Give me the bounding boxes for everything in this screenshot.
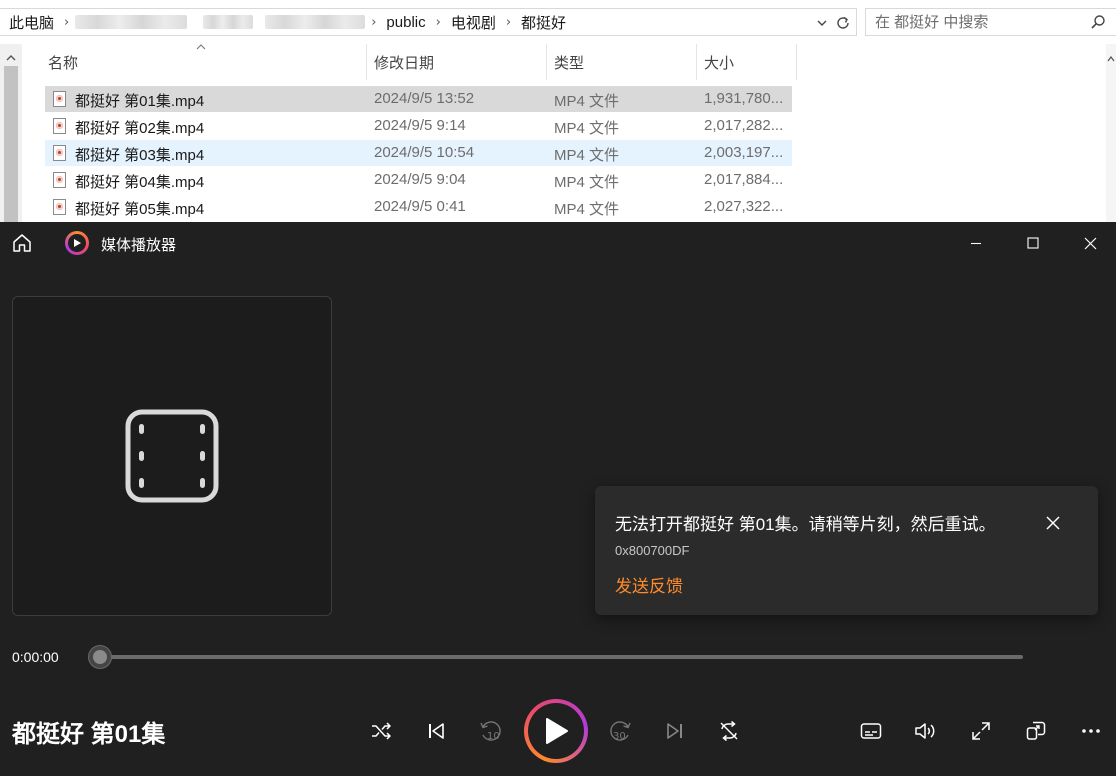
file-date: 2024/9/5 9:04 <box>374 171 466 188</box>
file-explorer-window: 此电脑 › › public › 电视剧 › 都挺好 在 都挺好 中搜索 名称 … <box>0 0 1116 222</box>
video-file-icon <box>53 118 66 134</box>
close-window-button[interactable] <box>1075 230 1105 256</box>
chevron-down-icon[interactable] <box>812 13 832 33</box>
skip-back-10-icon[interactable]: 10 <box>476 716 506 746</box>
seek-handle[interactable] <box>88 645 112 669</box>
file-date: 2024/9/5 0:41 <box>374 198 466 215</box>
file-row[interactable]: 都挺好 第02集.mp4 2024/9/5 9:14 MP4 文件 2,017,… <box>45 113 792 139</box>
app-title: 媒体播放器 <box>101 237 177 254</box>
play-button[interactable] <box>524 699 588 763</box>
minimize-button[interactable] <box>961 230 991 256</box>
now-playing-title: 都挺好 第01集 <box>12 721 166 748</box>
file-type: MP4 文件 <box>554 201 620 218</box>
home-icon[interactable] <box>11 232 33 257</box>
video-file-icon <box>53 91 66 107</box>
file-size: 2,017,884... <box>704 171 784 188</box>
file-size: 1,931,780... <box>704 90 784 107</box>
file-name: 都挺好 第04集.mp4 <box>75 174 205 191</box>
file-type: MP4 文件 <box>554 147 620 164</box>
file-row[interactable]: 都挺好 第03集.mp4 2024/9/5 10:54 MP4 文件 2,003… <box>45 140 792 166</box>
skip-forward-seconds: 30 <box>613 731 626 742</box>
error-code: 0x800700DF <box>615 543 690 558</box>
maximize-button[interactable] <box>1018 230 1048 256</box>
file-type: MP4 文件 <box>554 174 620 191</box>
previous-track-icon[interactable] <box>421 716 451 746</box>
search-input[interactable] <box>875 13 1085 31</box>
media-player-window: 媒体播放器 无法打开都挺好 第01集。请稍等片刻，然后重试。 0x800700D… <box>0 222 1116 776</box>
media-thumbnail <box>12 296 332 616</box>
film-icon <box>125 409 219 506</box>
chevron-right-icon[interactable]: › <box>430 15 447 30</box>
file-type: MP4 文件 <box>554 93 620 110</box>
skip-forward-30-icon[interactable]: 30 <box>605 716 635 746</box>
breadcrumb-item-public[interactable]: public <box>382 14 429 31</box>
chevron-right-icon[interactable]: › <box>58 15 75 30</box>
more-options-icon[interactable] <box>1076 716 1106 746</box>
scroll-up-icon[interactable] <box>4 50 18 66</box>
video-file-icon <box>53 145 66 161</box>
shuffle-icon[interactable] <box>366 716 396 746</box>
search-icon[interactable] <box>1090 14 1106 33</box>
file-size: 2,003,197... <box>704 144 784 161</box>
column-header-date[interactable]: 修改日期 <box>367 44 547 80</box>
search-box[interactable] <box>865 8 1116 36</box>
file-date: 2024/9/5 13:52 <box>374 90 475 107</box>
mini-player-icon[interactable] <box>1021 716 1051 746</box>
current-time: 0:00:00 <box>12 649 59 665</box>
file-name: 都挺好 第03集.mp4 <box>75 147 205 164</box>
error-notification: 无法打开都挺好 第01集。请稍等片刻，然后重试。 0x800700DF 发送反馈 <box>595 486 1098 615</box>
media-player-logo-icon <box>65 231 89 255</box>
right-scrollbar[interactable] <box>1106 44 1116 222</box>
file-type: MP4 文件 <box>554 120 620 137</box>
file-date: 2024/9/5 9:14 <box>374 117 466 134</box>
column-header-label: 名称 <box>48 54 79 72</box>
file-name: 都挺好 第01集.mp4 <box>75 93 205 110</box>
file-row[interactable]: 都挺好 第05集.mp4 2024/9/5 0:41 MP4 文件 2,027,… <box>45 194 792 220</box>
file-size: 2,027,322... <box>704 198 784 215</box>
scroll-up-icon[interactable] <box>1107 50 1115 66</box>
video-file-icon <box>53 172 66 188</box>
breadcrumb-root[interactable]: 此电脑 <box>0 12 58 33</box>
redacted-path-segment <box>203 15 254 29</box>
file-row[interactable]: 都挺好 第04集.mp4 2024/9/5 9:04 MP4 文件 2,017,… <box>45 167 792 193</box>
file-name: 都挺好 第05集.mp4 <box>75 201 205 218</box>
column-header-size[interactable]: 大小 <box>697 44 797 80</box>
breadcrumb-item-current[interactable]: 都挺好 <box>517 12 570 33</box>
send-feedback-link[interactable]: 发送反馈 <box>615 572 683 597</box>
file-row[interactable]: 都挺好 第01集.mp4 2024/9/5 13:52 MP4 文件 1,931… <box>45 86 792 112</box>
volume-icon[interactable] <box>911 716 941 746</box>
redacted-path-segment <box>75 15 188 29</box>
next-track-icon[interactable] <box>660 716 690 746</box>
left-scrollbar[interactable] <box>0 44 22 222</box>
refresh-icon[interactable] <box>833 13 853 33</box>
fullscreen-icon[interactable] <box>966 716 996 746</box>
video-file-icon <box>53 199 66 215</box>
subtitles-icon[interactable] <box>856 716 886 746</box>
column-header-label: 大小 <box>704 54 735 72</box>
error-message: 无法打开都挺好 第01集。请稍等片刻，然后重试。 <box>615 515 996 534</box>
breadcrumb-item-tv[interactable]: 电视剧 <box>447 12 500 33</box>
file-size: 2,017,282... <box>704 117 784 134</box>
seek-bar[interactable] <box>99 655 1023 659</box>
chevron-right-icon[interactable]: › <box>500 15 517 30</box>
close-icon[interactable] <box>1042 512 1064 534</box>
column-header-label: 修改日期 <box>374 54 435 72</box>
redacted-path-segment <box>265 15 366 29</box>
column-header-type[interactable]: 类型 <box>547 44 697 80</box>
address-bar[interactable]: 此电脑 › › public › 电视剧 › 都挺好 <box>0 8 857 36</box>
column-header-label: 类型 <box>554 54 585 72</box>
skip-back-seconds: 10 <box>487 731 500 742</box>
sort-ascending-icon <box>196 42 206 53</box>
file-date: 2024/9/5 10:54 <box>374 144 475 161</box>
repeat-off-icon[interactable] <box>714 716 744 746</box>
play-icon <box>546 718 568 744</box>
file-name: 都挺好 第02集.mp4 <box>75 120 205 137</box>
scrollbar-thumb[interactable] <box>4 66 18 222</box>
chevron-right-icon[interactable]: › <box>365 15 382 30</box>
